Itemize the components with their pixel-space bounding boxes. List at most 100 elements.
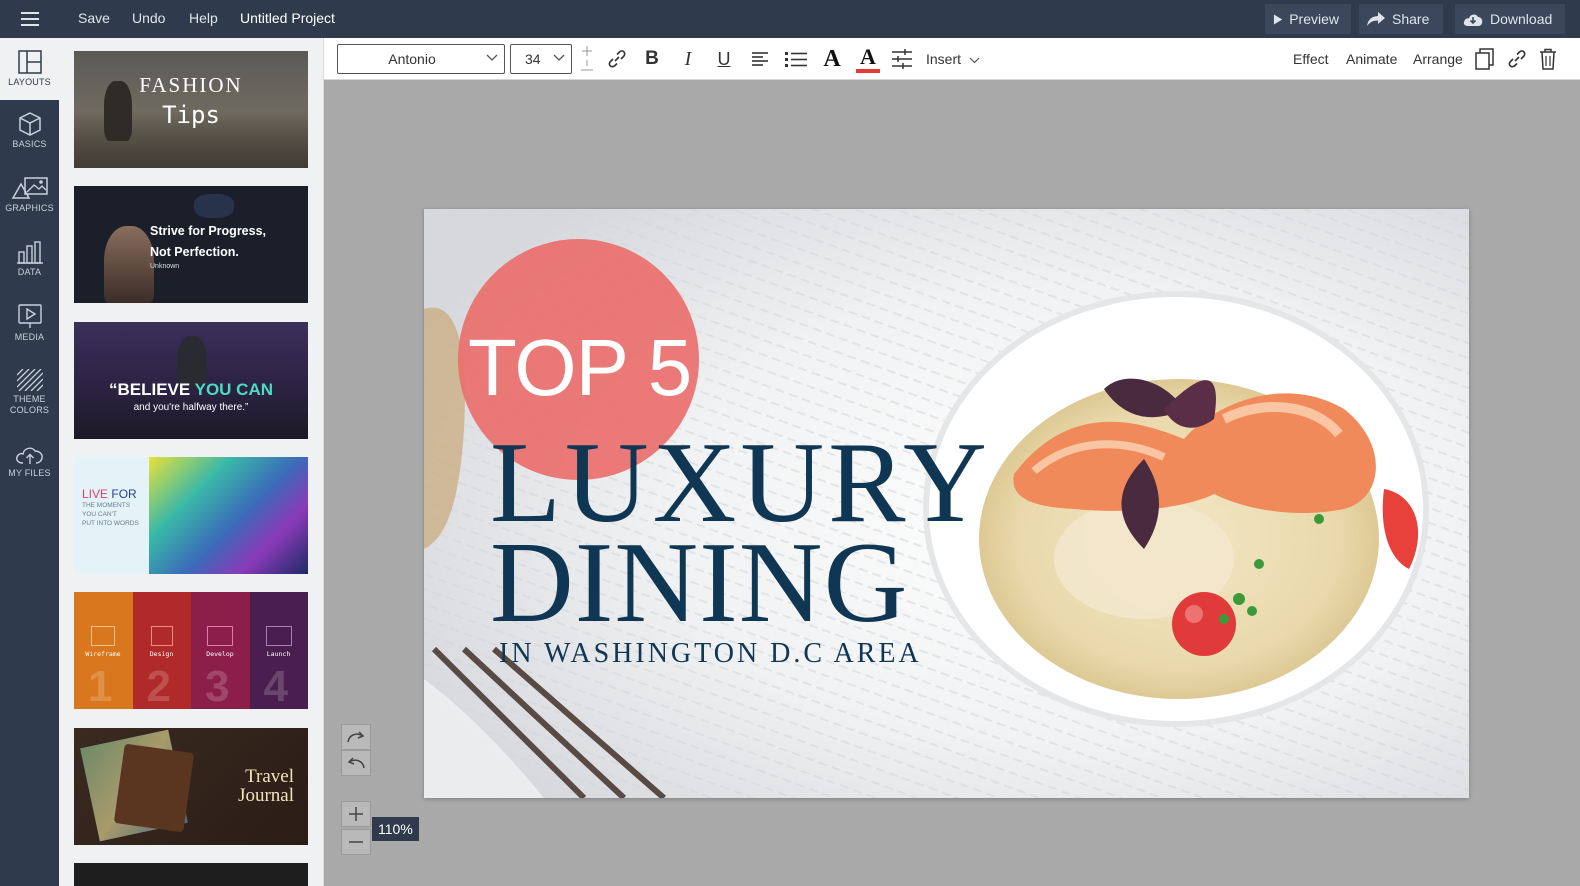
text-style-icon[interactable]: A bbox=[817, 44, 847, 74]
festival-photo bbox=[149, 457, 308, 574]
chart-icon bbox=[16, 241, 43, 264]
rail-item-data[interactable]: DATA bbox=[0, 228, 59, 290]
thumb-moments-line2: YOU CAN'T bbox=[82, 511, 117, 518]
share-label: Share bbox=[1392, 11, 1430, 27]
cloud-download-icon bbox=[1463, 14, 1483, 26]
underline-icon[interactable]: U bbox=[711, 46, 737, 72]
layout-thumb-travel-journal[interactable]: Travel Journal bbox=[74, 728, 308, 845]
preview-label: Preview bbox=[1289, 11, 1339, 27]
thumb-line2: Not Perfection. bbox=[150, 245, 239, 259]
cloud-upload-icon bbox=[15, 447, 43, 464]
layout-thumb-fashion-tips[interactable]: FASHION Tips bbox=[74, 51, 308, 168]
line-spacing-icon[interactable] bbox=[574, 42, 600, 74]
font-family-select[interactable]: Antonio bbox=[337, 44, 505, 74]
redo-rotate-button[interactable] bbox=[341, 724, 371, 750]
download-label: Download bbox=[1490, 11, 1553, 27]
rotate-ccw-icon bbox=[347, 757, 365, 769]
help-menu[interactable]: Help bbox=[189, 0, 218, 38]
link-icon[interactable] bbox=[1504, 46, 1530, 72]
play-icon bbox=[17, 304, 42, 328]
person-photo bbox=[104, 226, 154, 303]
play-icon bbox=[1273, 13, 1283, 25]
rail-label-colors: COLORS bbox=[9, 404, 50, 415]
download-button[interactable]: Download bbox=[1455, 4, 1565, 34]
journal-photo bbox=[113, 743, 195, 833]
insert-menu[interactable]: Insert bbox=[926, 38, 980, 80]
headline-line2[interactable]: DINING bbox=[490, 525, 908, 641]
thumb-moments-line3: PUT INTO WORDS bbox=[82, 520, 139, 527]
plus-icon bbox=[349, 807, 363, 821]
animate-button[interactable]: Animate bbox=[1346, 38, 1397, 80]
layout-thumb-believe[interactable]: “BELIEVE YOU CAN and you're halfway ther… bbox=[74, 322, 308, 439]
thumb-moments: THE MOMENTS YOU CAN'T PUT INTO WORDS bbox=[82, 501, 139, 528]
step-number: 4 bbox=[263, 662, 288, 709]
cube-icon bbox=[18, 112, 41, 136]
thumb-moments-line1: THE MOMENTS bbox=[82, 502, 131, 509]
insert-label: Insert bbox=[926, 51, 962, 67]
preview-button[interactable]: Preview bbox=[1265, 4, 1351, 34]
hamburger-menu-icon[interactable] bbox=[0, 0, 59, 38]
trash-icon[interactable] bbox=[1535, 46, 1561, 72]
step-design: Design 2 bbox=[132, 592, 191, 709]
rail-label-layouts: LAYOUTS bbox=[8, 77, 51, 87]
thumb-title: FASHION bbox=[139, 73, 243, 97]
step-label: Launch bbox=[266, 650, 291, 658]
rail-label-graphics: GRAPHICS bbox=[5, 203, 54, 213]
zoom-level: 110% bbox=[372, 817, 419, 841]
code-icon bbox=[207, 626, 233, 646]
minus-icon bbox=[349, 841, 363, 843]
chevron-down-icon bbox=[553, 54, 565, 61]
step-wireframe: Wireframe 1 bbox=[74, 592, 133, 709]
font-family-value: Antonio bbox=[388, 51, 436, 67]
save-menu[interactable]: Save bbox=[78, 0, 110, 38]
thumb-quote-a: “BELIEVE bbox=[108, 380, 195, 399]
link-icon[interactable] bbox=[604, 46, 630, 72]
rail-label-theme: THEME bbox=[13, 393, 46, 404]
bullet-list-icon[interactable] bbox=[783, 46, 809, 72]
zoom-out-button[interactable] bbox=[341, 829, 371, 855]
layout-thumb-live-for[interactable]: LIVE FOR THE MOMENTS YOU CAN'T PUT INTO … bbox=[74, 457, 308, 574]
rail-label-my-files: MY FILES bbox=[8, 468, 51, 478]
rail-item-graphics[interactable]: GRAPHICS bbox=[0, 164, 59, 226]
step-number: 1 bbox=[88, 662, 113, 709]
align-icon[interactable] bbox=[747, 46, 773, 72]
hooded-figure bbox=[177, 336, 207, 386]
rail-item-my-files[interactable]: MY FILES bbox=[0, 430, 59, 492]
rail-item-layouts[interactable]: LAYOUTS bbox=[0, 38, 59, 100]
thumb-journal: Journal bbox=[238, 785, 294, 806]
undo-rotate-button[interactable] bbox=[341, 750, 371, 776]
italic-icon[interactable]: I bbox=[675, 46, 701, 72]
step-number: 2 bbox=[146, 662, 171, 709]
share-button[interactable]: Share bbox=[1359, 4, 1443, 34]
layout-thumb-strive[interactable]: Strive for Progress, Not Perfection. Unk… bbox=[74, 186, 308, 303]
rotate-cw-icon bbox=[347, 731, 365, 743]
thumb-live-for: LIVE FOR bbox=[82, 487, 137, 501]
layout-thumb-process[interactable]: Wireframe 1 Design 2 Develop 3 Launch 4 bbox=[74, 592, 308, 709]
share-arrow-icon bbox=[1367, 12, 1385, 26]
sliders-icon[interactable] bbox=[889, 46, 915, 72]
project-title[interactable]: Untitled Project bbox=[240, 0, 335, 38]
rail-item-media[interactable]: MEDIA bbox=[0, 292, 59, 354]
undo-menu[interactable]: Undo bbox=[132, 0, 165, 38]
layout-thumb-partial[interactable] bbox=[74, 863, 308, 886]
thumb-live: LIVE bbox=[82, 487, 112, 501]
step-number: 3 bbox=[205, 662, 230, 709]
thumb-author: Unknown bbox=[150, 263, 180, 270]
arrange-button[interactable]: Arrange bbox=[1413, 38, 1463, 80]
rail-item-basics[interactable]: BASICS bbox=[0, 100, 59, 162]
layouts-panel: FASHION Tips Strive for Progress, Not Pe… bbox=[59, 38, 324, 886]
layouts-icon bbox=[17, 50, 42, 74]
font-size-select[interactable]: 34 bbox=[510, 44, 572, 74]
thumb-subtitle: Tips bbox=[162, 101, 220, 129]
top-bar: Save Undo Help Untitled Project Preview … bbox=[0, 0, 1580, 38]
text-color-icon[interactable]: A bbox=[853, 44, 883, 74]
rail-item-theme-colors[interactable]: THEME COLORS bbox=[0, 356, 59, 428]
slide-subtitle[interactable]: IN WASHINGTON D.C AREA bbox=[499, 640, 922, 668]
chevron-down-icon bbox=[969, 57, 980, 64]
left-rail: LAYOUTS BASICS GRAPHICS DATA MEDIA THEME… bbox=[0, 38, 59, 886]
top5-text[interactable]: TOP 5 bbox=[468, 322, 692, 414]
effect-button[interactable]: Effect bbox=[1293, 38, 1329, 80]
zoom-in-button[interactable] bbox=[341, 801, 371, 827]
duplicate-icon[interactable] bbox=[1472, 46, 1498, 72]
bold-icon[interactable]: B bbox=[639, 46, 665, 72]
